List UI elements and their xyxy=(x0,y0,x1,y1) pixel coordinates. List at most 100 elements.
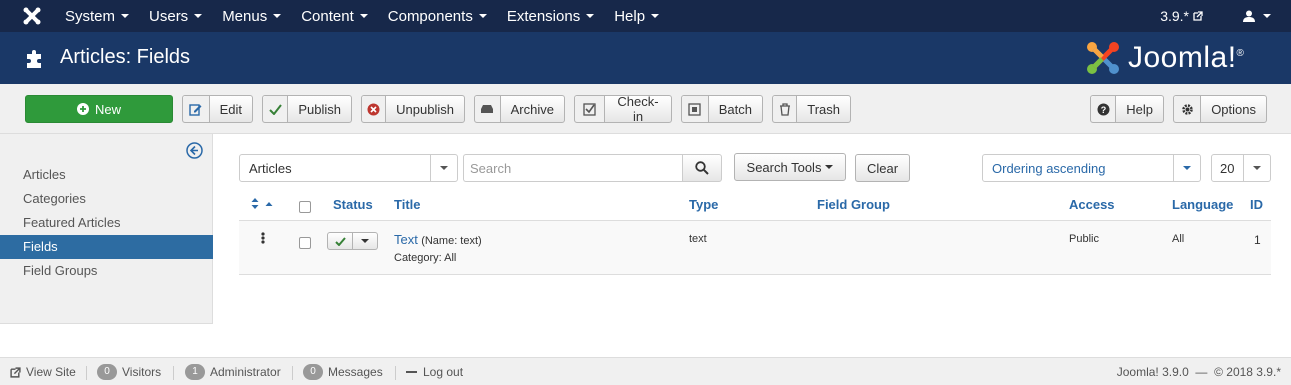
checkin-button[interactable]: Check-in xyxy=(574,94,672,124)
edit-icon xyxy=(189,103,202,116)
sort-icon xyxy=(251,198,259,209)
archive-button[interactable]: Archive xyxy=(474,95,565,123)
row-title-link[interactable]: Text xyxy=(394,232,418,247)
row-checkbox[interactable] xyxy=(299,237,311,249)
view-site-link[interactable]: View Site xyxy=(10,364,76,380)
status-divider xyxy=(86,366,87,380)
menu-content[interactable]: Content xyxy=(301,8,368,25)
caret-down-icon xyxy=(1183,166,1191,170)
row-name-note: (Name: text) xyxy=(421,235,482,247)
visitors-badge: 0 xyxy=(97,364,117,380)
logout-link[interactable]: Log out xyxy=(406,364,463,380)
row-title: Text (Name: text) xyxy=(394,232,482,247)
sort-asc-icon xyxy=(265,202,273,206)
batch-button[interactable]: Batch xyxy=(681,95,763,123)
status-divider xyxy=(292,366,293,380)
column-access[interactable]: Access xyxy=(1069,197,1115,212)
caret-down-icon xyxy=(273,14,282,18)
trash-button[interactable]: Trash xyxy=(772,95,851,123)
caret-down-icon xyxy=(1263,14,1271,18)
sidebar-item-field-groups[interactable]: Field Groups xyxy=(0,259,213,283)
search-input[interactable] xyxy=(463,154,683,182)
batch-icon xyxy=(688,102,702,116)
publish-toggle-button[interactable] xyxy=(327,232,353,250)
column-id[interactable]: ID xyxy=(1250,197,1263,212)
menu-components[interactable]: Components xyxy=(388,8,487,25)
limit-select[interactable]: 20 xyxy=(1211,154,1271,182)
clear-button[interactable]: Clear xyxy=(855,154,910,182)
select-all-checkbox[interactable] xyxy=(299,201,311,213)
column-type[interactable]: Type xyxy=(689,197,718,212)
top-navbar: System Users Menus Content Components Ex… xyxy=(0,0,1291,32)
question-icon: ? xyxy=(1097,103,1110,115)
visitors-count: 0 Visitors xyxy=(97,364,161,380)
column-status[interactable]: Status xyxy=(333,197,373,212)
caret-down-icon xyxy=(478,14,487,18)
menu-menus[interactable]: Menus xyxy=(222,8,282,25)
external-link-icon xyxy=(1193,11,1203,21)
sidebar-item-articles[interactable]: Articles xyxy=(0,163,213,187)
table-row xyxy=(239,221,1271,275)
user-menu[interactable] xyxy=(1243,10,1271,22)
drag-handle-icon[interactable] xyxy=(261,232,265,244)
row-type: text xyxy=(689,233,707,245)
messages-badge: 0 xyxy=(303,364,323,380)
status-bar: View Site 0 Visitors 1 Administrator 0 M… xyxy=(0,357,1291,385)
caret-down-icon xyxy=(121,14,130,18)
sidebar-item-categories[interactable]: Categories xyxy=(0,187,213,211)
caret-down-icon xyxy=(361,239,369,243)
options-button[interactable]: Options xyxy=(1173,95,1267,123)
page-header: Articles: Fields Joomla!® xyxy=(0,32,1291,84)
search-tools-button[interactable]: Search Tools xyxy=(734,153,846,181)
search-icon xyxy=(695,161,709,175)
user-icon xyxy=(1243,10,1255,22)
sidebar-item-fields[interactable]: Fields xyxy=(0,235,213,259)
joomla-logo-icon xyxy=(1087,42,1119,74)
column-language[interactable]: Language xyxy=(1172,197,1233,212)
messages-link[interactable]: 0 Messages xyxy=(303,364,383,380)
row-id: 1 xyxy=(1254,233,1261,247)
check-icon xyxy=(268,103,282,115)
joomla-logo: Joomla!® xyxy=(1084,38,1244,78)
page-title: Articles: Fields xyxy=(60,46,191,68)
help-button[interactable]: ? Help xyxy=(1090,95,1164,123)
row-status-toggle xyxy=(327,232,378,250)
menu-help[interactable]: Help xyxy=(614,8,660,25)
trash-icon xyxy=(779,102,790,116)
new-button[interactable]: New xyxy=(25,95,173,123)
publish-button[interactable]: Publish xyxy=(262,95,352,123)
minus-icon xyxy=(406,370,417,373)
menu-system[interactable]: System xyxy=(65,8,130,25)
status-dropdown-button[interactable] xyxy=(353,232,378,250)
context-select[interactable]: Articles xyxy=(239,154,458,182)
unpublish-icon xyxy=(367,103,380,115)
svg-text:?: ? xyxy=(1100,105,1106,115)
footer-copyright: Joomla! 3.9.0 — © 2018 3.9.* xyxy=(1116,365,1281,379)
caret-down-icon xyxy=(651,14,660,18)
external-link-icon xyxy=(10,366,21,378)
menu-users[interactable]: Users xyxy=(149,8,203,25)
joomla-menu-icon[interactable] xyxy=(22,6,42,26)
site-version-link[interactable]: 3.9.* xyxy=(1160,8,1203,24)
sort-ordering-icon[interactable] xyxy=(251,198,273,209)
check-icon xyxy=(334,236,346,246)
status-divider xyxy=(395,366,396,380)
collapse-sidebar-icon[interactable] xyxy=(186,142,203,159)
column-title[interactable]: Title xyxy=(394,197,421,212)
admin-badge: 1 xyxy=(185,364,205,380)
gear-icon xyxy=(1181,103,1193,115)
menu-extensions[interactable]: Extensions xyxy=(507,8,595,25)
unpublish-button[interactable]: Unpublish xyxy=(361,95,465,123)
ordering-select[interactable]: Ordering ascending xyxy=(982,154,1201,182)
row-access: Public xyxy=(1069,233,1099,245)
admin-count: 1 Administrator xyxy=(185,364,281,380)
plus-circle-icon xyxy=(76,103,89,115)
caret-down-icon xyxy=(359,14,368,18)
sidebar-item-featured-articles[interactable]: Featured Articles xyxy=(0,211,213,235)
search-button[interactable] xyxy=(682,154,722,182)
edit-button[interactable]: Edit xyxy=(182,95,253,123)
row-category: Category: All xyxy=(394,252,457,264)
column-field-group[interactable]: Field Group xyxy=(817,197,890,212)
archive-icon xyxy=(481,105,494,113)
puzzle-icon xyxy=(27,50,41,68)
